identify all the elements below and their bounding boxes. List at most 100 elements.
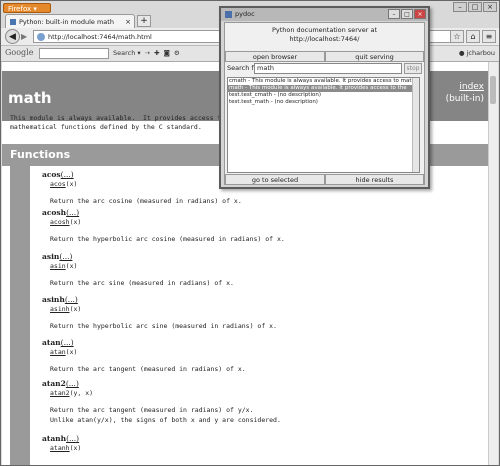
pydoc-body: Python documentation server at http://lo…	[224, 22, 425, 185]
signature-link[interactable]: acos	[50, 180, 66, 188]
function-entry: atan(...) atan(x) Return the arc tangent…	[42, 338, 246, 374]
function-name: atan2	[42, 379, 66, 388]
function-doc: Return the hyperbolic arc cosine (measur…	[50, 235, 285, 243]
page-title: math	[8, 89, 52, 107]
function-entry: asinh(...) asinh(x) Return the hyperboli…	[42, 295, 277, 331]
function-name: acos	[42, 170, 61, 179]
signature-link[interactable]: acosh	[50, 218, 70, 226]
function-name: asin	[42, 252, 60, 261]
result-item[interactable]: cmath - This module is always available.…	[228, 78, 419, 85]
function-ellipsis-link[interactable]: (...)	[65, 295, 78, 304]
signature-args: (y, x)	[69, 389, 94, 397]
result-item[interactable]: test.test_math - (no description)	[228, 99, 419, 106]
globe-icon	[37, 33, 45, 41]
signature-args: (x)	[65, 180, 78, 188]
minimize-icon[interactable]: –	[388, 9, 400, 19]
python-favicon-icon	[10, 19, 16, 25]
section-title: Functions	[10, 148, 71, 161]
function-doc: Return the arc cosine (measured in radia…	[50, 197, 242, 205]
scrollbar-thumb[interactable]	[490, 76, 496, 104]
function-entry: acosh(...) acosh(x) Return the hyperboli…	[42, 208, 285, 244]
function-ellipsis-link[interactable]: (...)	[66, 379, 79, 388]
function-doc: Return the hyperbolic arc sine (measured…	[50, 322, 277, 330]
page-scrollbar[interactable]	[488, 62, 498, 465]
server-message: Python documentation server at http://lo…	[225, 26, 424, 44]
tab-close-button[interactable]: ×	[125, 15, 131, 29]
hide-results-button[interactable]: hide results	[325, 174, 424, 185]
signature-args: (x)	[69, 444, 82, 452]
tab-math[interactable]: Python: built-in module math ×	[5, 14, 135, 28]
description-line: This module is always available. It prov…	[10, 114, 241, 122]
signature-link[interactable]: atan2	[50, 389, 70, 397]
function-entry: atanh(...) atanh(x)	[42, 434, 81, 452]
result-item[interactable]: test.test_cmath - (no description)	[228, 92, 419, 99]
function-ellipsis-link[interactable]: (...)	[66, 434, 79, 443]
pydoc-window-title: pydoc	[235, 10, 255, 18]
camera-icon[interactable]: ◙	[164, 49, 170, 57]
results-scrollbar[interactable]	[412, 78, 419, 172]
function-name: acosh	[42, 208, 67, 217]
function-entry: acos(...) acos(x) Return the arc cosine …	[42, 170, 242, 206]
signature-link[interactable]: atanh	[50, 444, 70, 452]
open-browser-button[interactable]: open browser	[225, 51, 325, 62]
builtin-label: (built-in)	[445, 94, 484, 104]
results-list: cmath - This module is always available.…	[227, 77, 420, 173]
module-description: This module is always available. It prov…	[10, 114, 241, 132]
user-account[interactable]: ● jcharbou	[459, 49, 495, 57]
function-doc: Return the arc tangent (measured in radi…	[50, 406, 281, 424]
google-search-input[interactable]	[39, 48, 109, 59]
maximize-icon[interactable]: □	[468, 2, 482, 12]
function-ellipsis-link[interactable]: (...)	[61, 170, 74, 179]
menu-icon[interactable]: ≡	[482, 30, 496, 43]
signature-link[interactable]: asinh	[50, 305, 70, 313]
function-name: atanh	[42, 434, 67, 443]
go-to-selected-button[interactable]: go to selected	[225, 174, 325, 185]
pydoc-titlebar[interactable]: pydoc – □ ×	[221, 8, 428, 21]
signature-link[interactable]: atan	[50, 348, 66, 356]
google-logo: Google	[5, 48, 34, 57]
function-ellipsis-link[interactable]: (...)	[61, 338, 74, 347]
url-text: http://localhost:7464/math.html	[48, 33, 152, 41]
function-ellipsis-link[interactable]: (...)	[66, 208, 79, 217]
function-doc: Return the arc sine (measured in radians…	[50, 279, 234, 287]
pydoc-window: pydoc – □ × Python documentation server …	[219, 6, 430, 189]
bookmark-icon[interactable]: ☆	[450, 30, 464, 43]
google-toolbar-buttons: Search ▾ ⇢ ✚ ◙ ⚙	[113, 49, 180, 57]
function-ellipsis-link[interactable]: (...)	[59, 252, 72, 261]
search-button[interactable]: Search ▾	[113, 49, 141, 57]
function-entry: asin(...) asin(x) Return the arc sine (m…	[42, 252, 234, 288]
search-input[interactable]: math	[254, 63, 402, 74]
function-name: atan	[42, 338, 61, 347]
firefox-menu-button[interactable]: Firefox ▾	[3, 3, 51, 13]
description-line: mathematical functions defined by the C …	[10, 123, 202, 131]
user-name: jcharbou	[466, 49, 495, 57]
index-link[interactable]: index	[459, 82, 484, 92]
stop-button[interactable]: stop	[404, 63, 422, 74]
close-icon[interactable]: ×	[483, 2, 497, 12]
function-entry: atan2(...) atan2(y, x) Return the arc ta…	[42, 379, 281, 425]
maximize-icon[interactable]: □	[401, 9, 413, 19]
quit-serving-button[interactable]: quit serving	[325, 51, 424, 62]
result-item-selected[interactable]: math - This module is always available. …	[228, 85, 419, 92]
new-tab-button[interactable]: +	[137, 15, 151, 27]
forward-button[interactable]: ▶	[21, 31, 31, 42]
server-line: Python documentation server at	[271, 26, 378, 34]
back-button[interactable]: ◀	[5, 29, 20, 44]
python-icon	[225, 11, 232, 18]
settings-icon[interactable]: ⚙	[174, 49, 180, 57]
nav-toolbar-buttons: ☆ ⌂ ≡	[450, 30, 496, 43]
close-icon[interactable]: ×	[414, 9, 426, 19]
search-row: Search for math stop	[227, 63, 422, 74]
tab-title: Python: built-in module math	[19, 18, 114, 26]
function-name: asinh	[42, 295, 65, 304]
home-icon[interactable]: ⌂	[466, 30, 480, 43]
signature-link[interactable]: asin	[50, 262, 66, 270]
signature-args: (x)	[69, 305, 82, 313]
function-doc: Return the arc tangent (measured in radi…	[50, 365, 246, 373]
minimize-icon[interactable]: –	[453, 2, 467, 12]
pydoc-window-controls: – □ ×	[388, 9, 426, 19]
signature-args: (x)	[65, 348, 78, 356]
signature-args: (x)	[69, 218, 82, 226]
share-icon[interactable]: ⇢	[145, 49, 150, 57]
bookmark-star-icon[interactable]: ✚	[154, 49, 159, 57]
